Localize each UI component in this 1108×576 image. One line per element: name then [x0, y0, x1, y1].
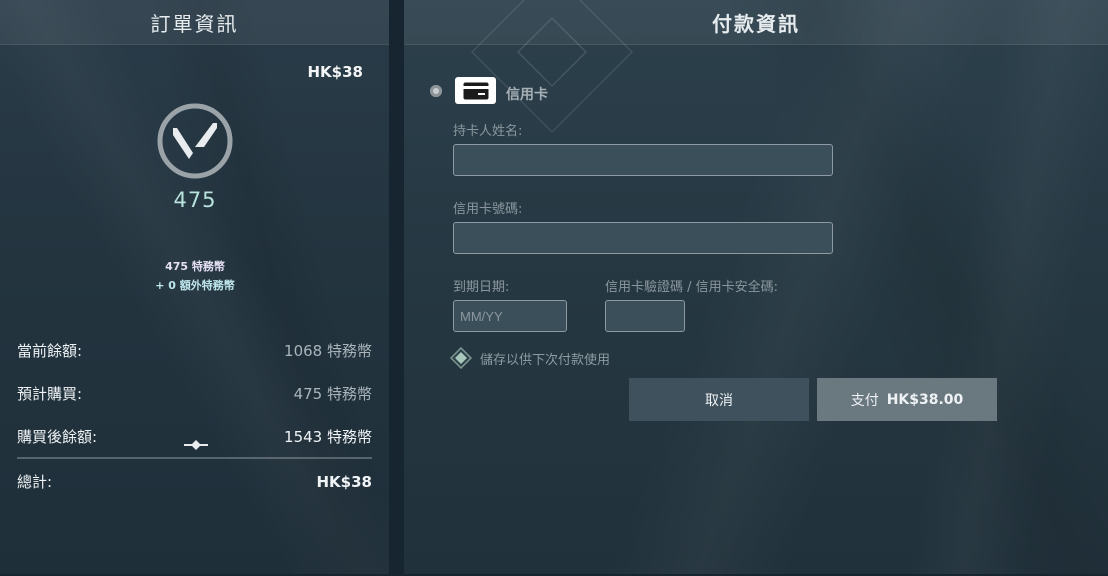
balance-after-label: 購買後餘額:: [17, 428, 98, 446]
checkout-window: 訂單資訊 HK$38 475 475 特務幣 + 0 額外特務幣 當前餘額: 1…: [0, 0, 1108, 576]
save-payment-label[interactable]: 儲存以供下次付款使用: [480, 349, 610, 368]
card-number-label: 信用卡號碼:: [453, 202, 523, 217]
credit-card-label[interactable]: 信用卡: [506, 84, 548, 104]
planned-purchase-label: 預計購買:: [17, 385, 83, 403]
cvv-label: 信用卡驗證碼 / 信用卡安全碼:: [605, 280, 779, 295]
save-payment-option[interactable]: 儲存以供下次付款使用: [450, 347, 610, 369]
vp-bonus-amount: + 0 額外特務幣: [155, 279, 235, 292]
pay-button-amount: HK$38.00: [886, 391, 964, 408]
planned-purchase-value: 475 特務幣: [293, 385, 372, 403]
payment-info-panel: 付款資訊 信用卡 持卡人姓名: 信用卡號碼: 到期日期: 信用卡驗證碼 / 信用…: [404, 0, 1108, 574]
current-balance-value: 1068 特務幣: [284, 342, 372, 360]
expiry-date-input[interactable]: [453, 300, 567, 332]
current-balance-row: 當前餘額: 1068 特務幣: [17, 340, 372, 361]
pay-button-label: 支付: [850, 392, 879, 409]
total-row: 總計: HK$38: [17, 471, 372, 492]
card-number-input[interactable]: [453, 222, 833, 254]
order-price: HK$38: [307, 63, 364, 81]
payment-info-header: 付款資訊: [404, 0, 1108, 45]
credit-card-radio[interactable]: [430, 85, 442, 97]
pay-button[interactable]: 支付 HK$38.00: [817, 378, 997, 421]
vp-amount: 475: [173, 188, 217, 212]
cardholder-name-label: 持卡人姓名:: [453, 124, 523, 139]
planned-purchase-row: 預計購買: 475 特務幣: [17, 383, 372, 404]
divider-ornament-icon: [184, 440, 208, 450]
save-checkbox-icon[interactable]: [450, 347, 472, 369]
vp-base-amount: 475 特務幣: [165, 260, 225, 273]
balance-after-value: 1543 特務幣: [284, 428, 372, 446]
order-info-header: 訂單資訊: [0, 0, 389, 45]
summary-divider: [17, 457, 372, 459]
valorant-points-icon: [157, 103, 233, 179]
order-info-panel: 訂單資訊 HK$38 475 475 特務幣 + 0 額外特務幣 當前餘額: 1…: [0, 0, 389, 574]
panel-gap: [389, 0, 404, 576]
cancel-button[interactable]: 取消: [629, 378, 809, 421]
cancel-button-label: 取消: [705, 392, 733, 409]
total-label: 總計:: [17, 473, 53, 491]
current-balance-label: 當前餘額:: [17, 342, 83, 360]
total-value: HK$38: [316, 472, 373, 491]
expiry-date-label: 到期日期:: [453, 280, 510, 295]
cardholder-name-input[interactable]: [453, 144, 833, 176]
credit-card-icon[interactable]: [455, 77, 496, 104]
cvv-input[interactable]: [605, 300, 685, 332]
